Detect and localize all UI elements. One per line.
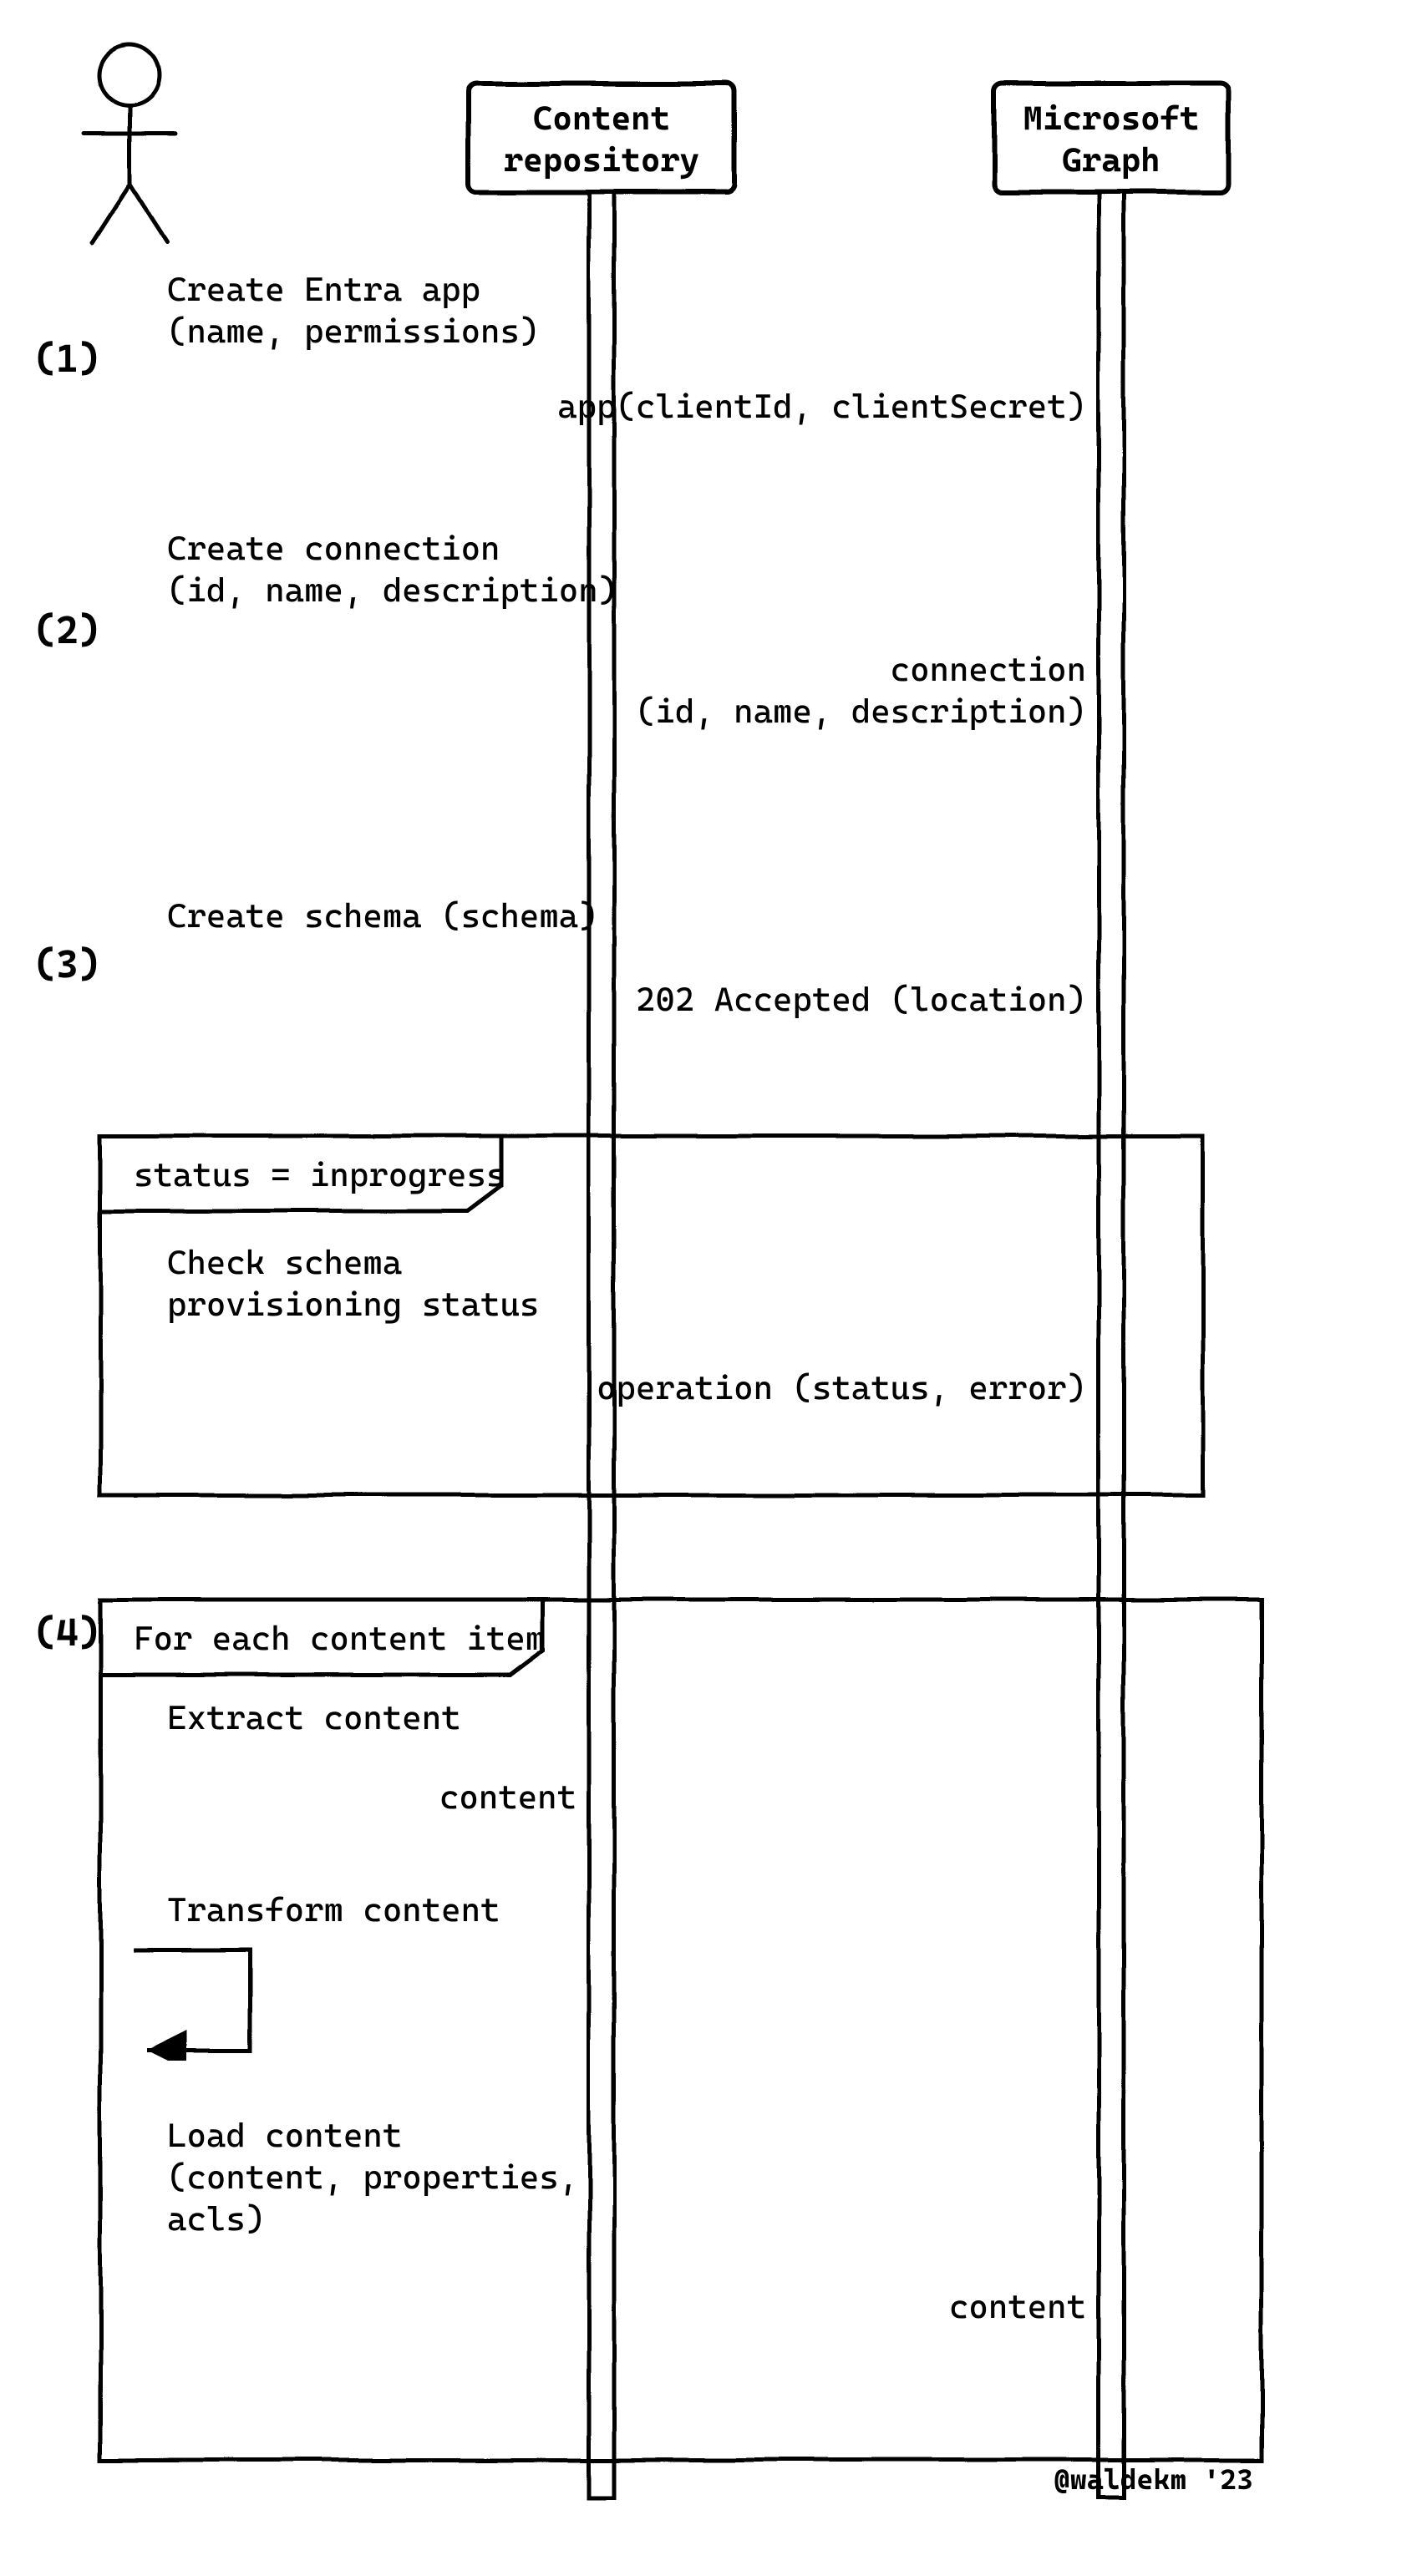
msg-create-entra-2: (name, permissions) [167,312,539,351]
loop1-title: status = inprogress [134,1156,505,1194]
ms-graph-activation [1099,192,1124,2497]
msg-load-resp: content [949,2288,1086,2326]
msg-create-conn-2: (id, name, description) [167,571,617,610]
ms-graph-label-2: Graph [1062,141,1160,180]
msg-check-schema-2: provisioning status [167,1285,539,1324]
msg-conn-resp-2: (id, name, description) [636,692,1086,731]
step-4-label: (4) [33,1610,101,1655]
msg-extract: Extract content [167,1699,461,1737]
msg-transform: Transform content [167,1891,500,1929]
msg-app-response: app(clientId, clientSecret) [557,388,1086,426]
msg-load-1: Load content [167,2117,402,2155]
sequence-diagram: Content repository Microsoft Graph (1) C… [0,0,1417,2576]
actor [84,45,175,242]
loop2-title: For each content item [134,1620,545,1658]
step-3-label: (3) [33,941,101,986]
msg-load-3: acls) [167,2200,265,2239]
msg-create-entra-1: Create Entra app [167,271,480,309]
msg-load-2: (content, properties, [167,2158,578,2197]
credit: @waldekm '23 [1054,2462,1253,2496]
msg-operation-resp: operation (status, error) [597,1369,1086,1407]
content-repo-header: Content repository [468,84,735,192]
self-message-transform [134,1950,251,2051]
step-2-label: (2) [33,607,101,652]
msg-create-conn-1: Create connection [167,530,500,568]
msg-check-schema-1: Check schema [167,1244,402,1282]
msg-extract-resp: content [439,1778,576,1817]
step-1-label: (1) [33,336,101,381]
ms-graph-header: Microsoft Graph [994,84,1228,192]
msg-schema-resp: 202 Accepted (location) [636,981,1086,1019]
msg-create-schema: Create schema (schema) [167,897,598,936]
ms-graph-label-1: Microsoft [1023,99,1200,138]
msg-conn-resp-1: connection [891,651,1086,689]
content-repo-label-2: repository [504,141,699,180]
content-repo-label-1: Content [533,99,670,138]
